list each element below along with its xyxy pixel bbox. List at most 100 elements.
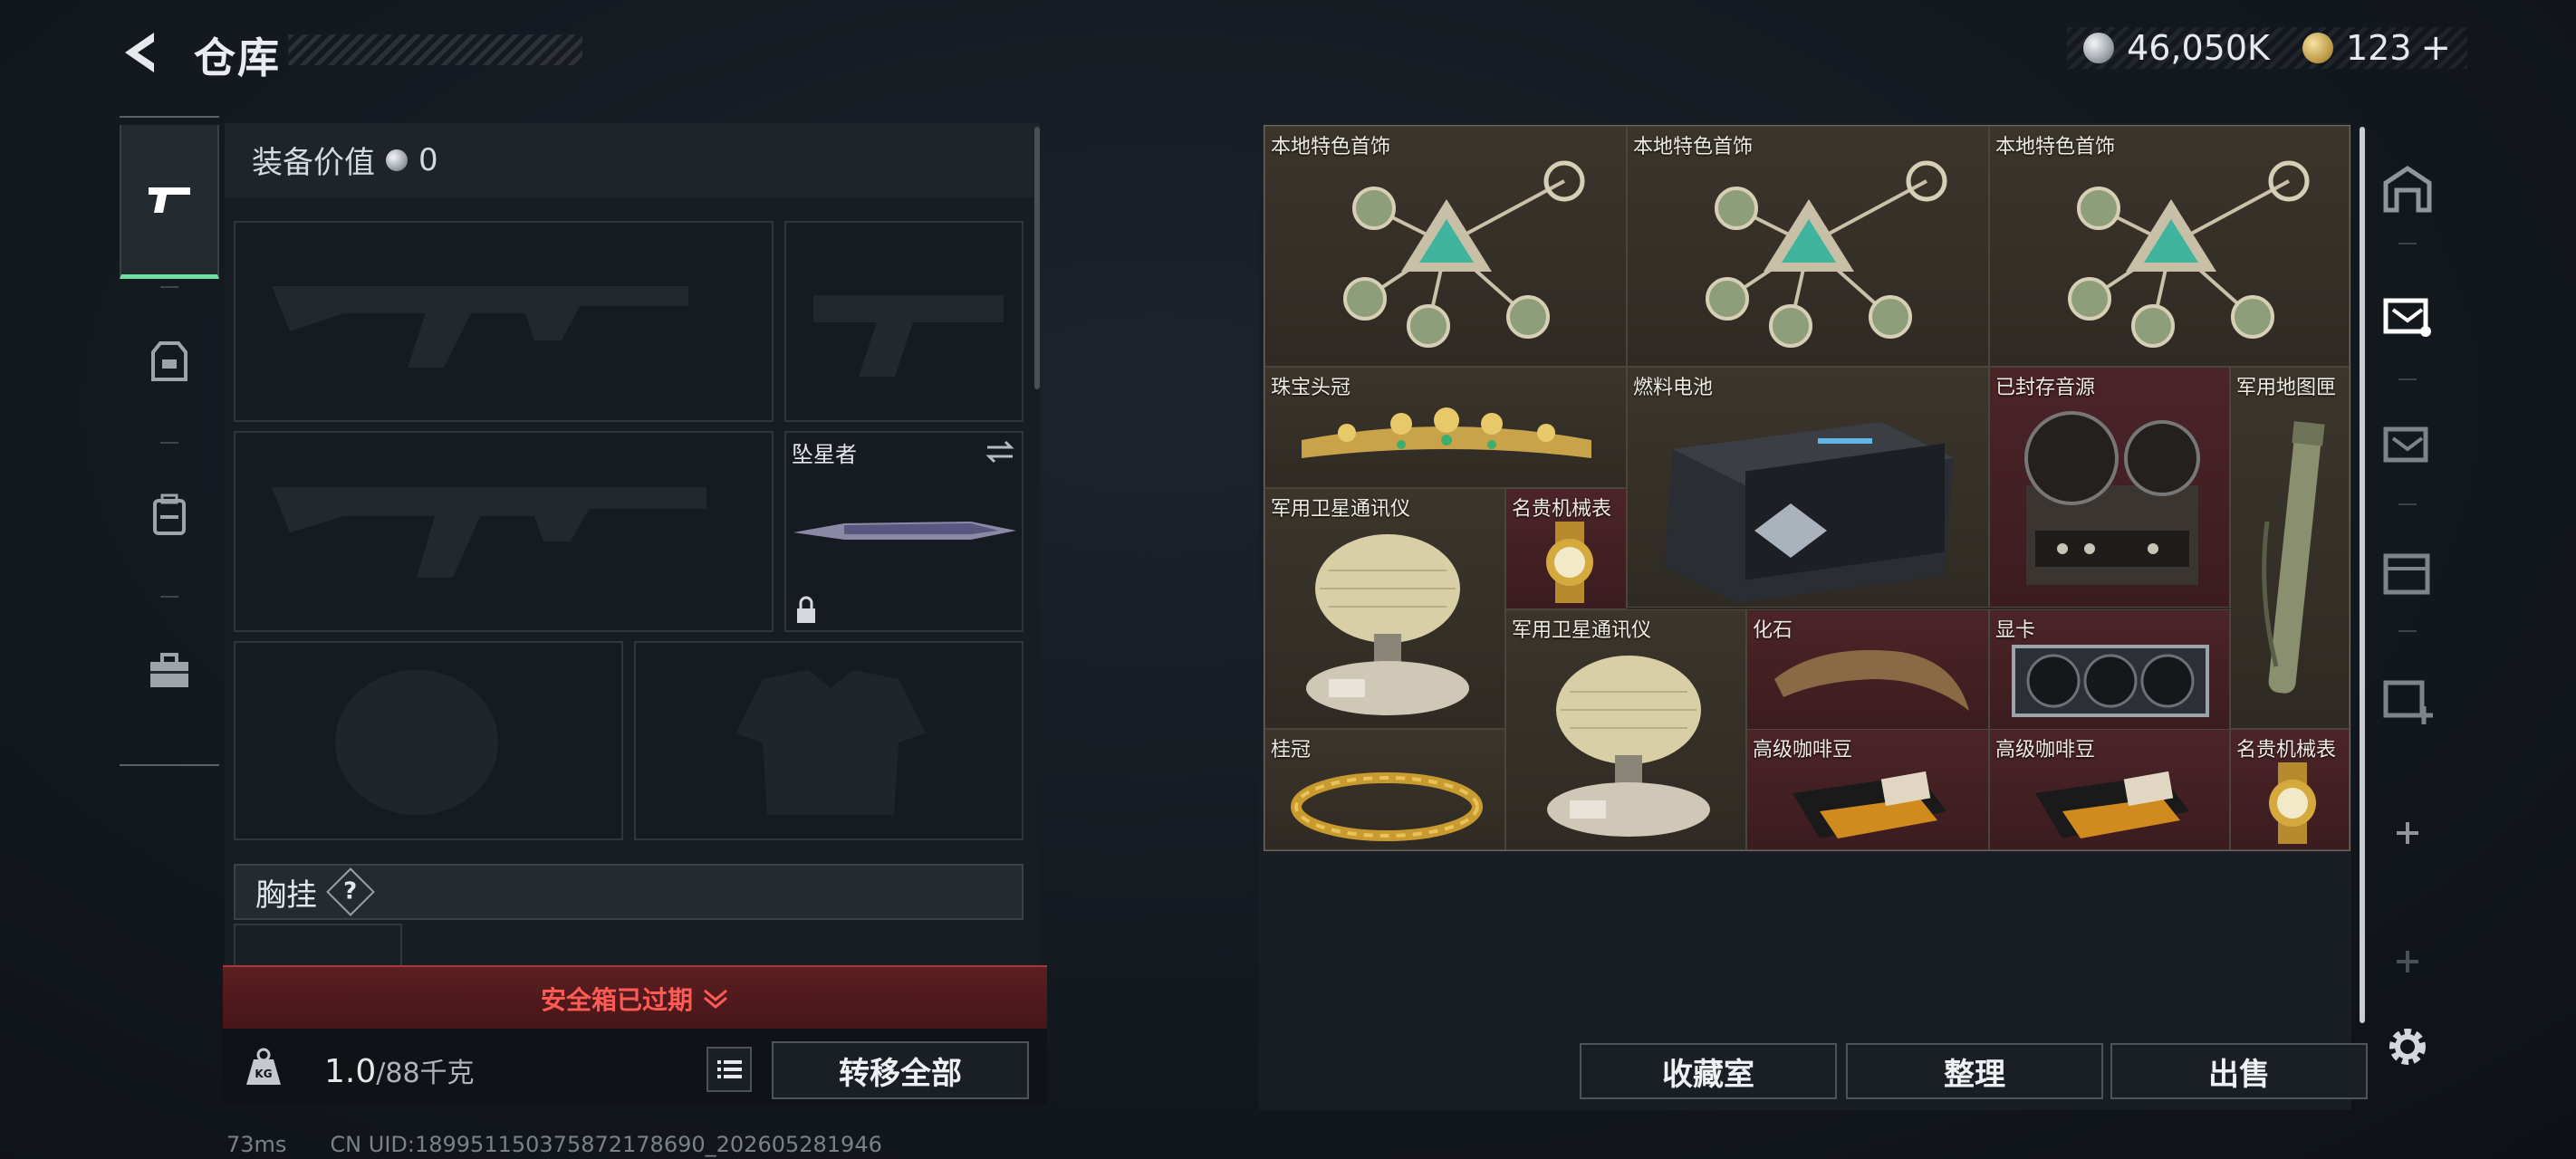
rifle-placeholder-icon [272, 487, 706, 578]
back-button[interactable] [118, 27, 168, 78]
uid-text: CN UID:18995115037587217869​0_2026052819… [330, 1132, 882, 1157]
inventory-item[interactable]: 名贵机械表 [2230, 729, 2350, 850]
laurel-crown-icon [1291, 772, 1483, 841]
list-icon [717, 1060, 742, 1078]
jewelry-icon [2068, 160, 2310, 348]
item-name: 名贵机械表 [2236, 739, 2337, 761]
chevron-down-icon [704, 989, 727, 1009]
svg-text:KG: KG [255, 1068, 272, 1080]
status-bar: 73ms CN UID:18995115037587217869​0_20260… [123, 1132, 882, 1157]
add-icon[interactable] [2382, 936, 2433, 987]
currency-bar: 46,050K 123 + [2067, 27, 2467, 69]
equipment-value: 装备价值 0 [252, 138, 438, 182]
inventory-item[interactable]: 高级咖啡豆 [1989, 729, 2230, 850]
backpack-icon [153, 493, 186, 535]
graphics-card-icon [2012, 645, 2209, 717]
container-active-icon[interactable] [2382, 290, 2433, 340]
fossil-icon [1774, 650, 1969, 711]
body-armor-slot[interactable] [634, 641, 1024, 840]
sort-button[interactable]: 整理 [1846, 1043, 2103, 1099]
melee-slot[interactable]: 坠星者 [784, 431, 1024, 632]
container-icon[interactable] [2382, 418, 2433, 469]
primary-weapon-slot[interactable] [234, 221, 774, 422]
back-arrow-icon [125, 33, 154, 72]
tab-armor[interactable] [120, 284, 219, 438]
inventory-item[interactable]: 显卡 [1989, 609, 2230, 731]
tiara-icon [1302, 407, 1591, 458]
title-stripe [288, 34, 582, 65]
melee-weapon-name: 坠星者 [792, 442, 857, 467]
knife-icon [793, 522, 1016, 540]
settings-gear-icon[interactable] [2382, 1021, 2433, 1072]
lock-icon [797, 596, 815, 623]
inventory-item[interactable]: 本地特色首饰 [1264, 126, 1627, 367]
inventory-item[interactable]: 本地特色首饰 [1627, 126, 1989, 367]
pistol-slot[interactable] [784, 221, 1024, 422]
inventory-item[interactable]: 军用卫星通讯仪 [1264, 488, 1505, 729]
weight-icon: KG [246, 1048, 281, 1085]
inventory-item[interactable]: 高级咖啡豆 [1746, 729, 1989, 850]
carry-weight: 1.0/88千克 [324, 1050, 475, 1090]
map-tube-icon [2262, 421, 2325, 694]
add-storage-icon[interactable] [2382, 674, 2433, 724]
equipment-tab-column [120, 116, 219, 766]
watch-icon [2269, 762, 2316, 844]
inventory-item[interactable]: 珠宝头冠 [1264, 367, 1627, 488]
vest-placeholder-icon [735, 670, 926, 815]
equipment-value-amount: 0 [418, 141, 438, 178]
item-name: 军用地图匣 [2236, 377, 2337, 399]
rifle-placeholder-icon [272, 286, 688, 368]
swap-icon[interactable] [984, 438, 1016, 465]
inventory-item[interactable]: 已封存音源 [1989, 367, 2230, 608]
inventory-item[interactable]: 桂冠 [1264, 729, 1505, 850]
gold-amount: 123 [2345, 28, 2412, 68]
help-icon[interactable]: ? [326, 867, 375, 916]
silver-coin-icon [2083, 33, 2115, 63]
equipment-scrollbar[interactable] [1034, 127, 1040, 389]
coffee-bean-icon [1793, 771, 1946, 838]
silver-coin-icon [386, 148, 408, 171]
jewelry-icon [1343, 160, 1585, 348]
helmet-slot[interactable] [234, 641, 623, 840]
coffee-bean-icon [2035, 771, 2189, 838]
inventory-item[interactable]: 名贵机械表 [1505, 488, 1627, 609]
item-name: 名贵机械表 [1512, 498, 1612, 521]
ping-text: 73ms [226, 1132, 287, 1157]
pistol-placeholder-icon [813, 295, 1004, 377]
battery-icon [1664, 422, 1954, 603]
add-icon[interactable] [2382, 808, 2433, 858]
inventory-item[interactable]: 本地特色首饰 [1989, 126, 2350, 367]
watch-icon [1546, 522, 1593, 603]
inventory-item[interactable]: 军用地图匣 [2230, 367, 2350, 729]
add-currency-button[interactable]: + [2420, 27, 2451, 69]
tape-recorder-icon [2024, 411, 2200, 585]
helmet-placeholder-icon [335, 670, 498, 815]
inventory-item[interactable]: 军用卫星通讯仪 [1505, 609, 1746, 850]
warehouse-icon[interactable] [2382, 163, 2433, 214]
weight-max: /88千克 [376, 1058, 475, 1089]
jewelry-icon [1706, 160, 1947, 348]
list-view-button[interactable] [706, 1047, 752, 1092]
pistol-icon [149, 187, 190, 213]
sell-button[interactable]: 出售 [2110, 1043, 2368, 1099]
tab-backpack[interactable] [120, 438, 219, 592]
inventory-item[interactable]: 化石 [1746, 609, 1989, 731]
chest-rig-slot[interactable] [234, 924, 402, 965]
page-title: 仓库 [194, 34, 281, 82]
inventory-scrollbar[interactable] [2360, 127, 2365, 1023]
secondary-weapon-slot[interactable] [234, 431, 774, 632]
chest-rig-section[interactable]: 胸挂 ? [234, 864, 1024, 920]
transfer-all-button[interactable]: 转移全部 [772, 1041, 1029, 1099]
gold-coin-icon [2302, 33, 2333, 63]
silver-amount: 46,050K [2127, 28, 2270, 68]
inventory-item[interactable]: 燃料电池 [1627, 367, 1989, 608]
tab-safe-case[interactable] [120, 594, 219, 748]
safe-case-expired-text: 安全箱已过期 [540, 985, 693, 1015]
storage-box-icon[interactable] [2382, 547, 2433, 598]
collection-room-button[interactable]: 收藏室 [1580, 1043, 1837, 1099]
safe-case-expired-banner[interactable]: 安全箱已过期 [223, 965, 1047, 1030]
satellite-comm-icon [1547, 656, 1710, 837]
armor-icon [151, 341, 187, 381]
chest-rig-label: 胸挂 [255, 876, 317, 914]
tab-weapons[interactable] [120, 125, 219, 279]
